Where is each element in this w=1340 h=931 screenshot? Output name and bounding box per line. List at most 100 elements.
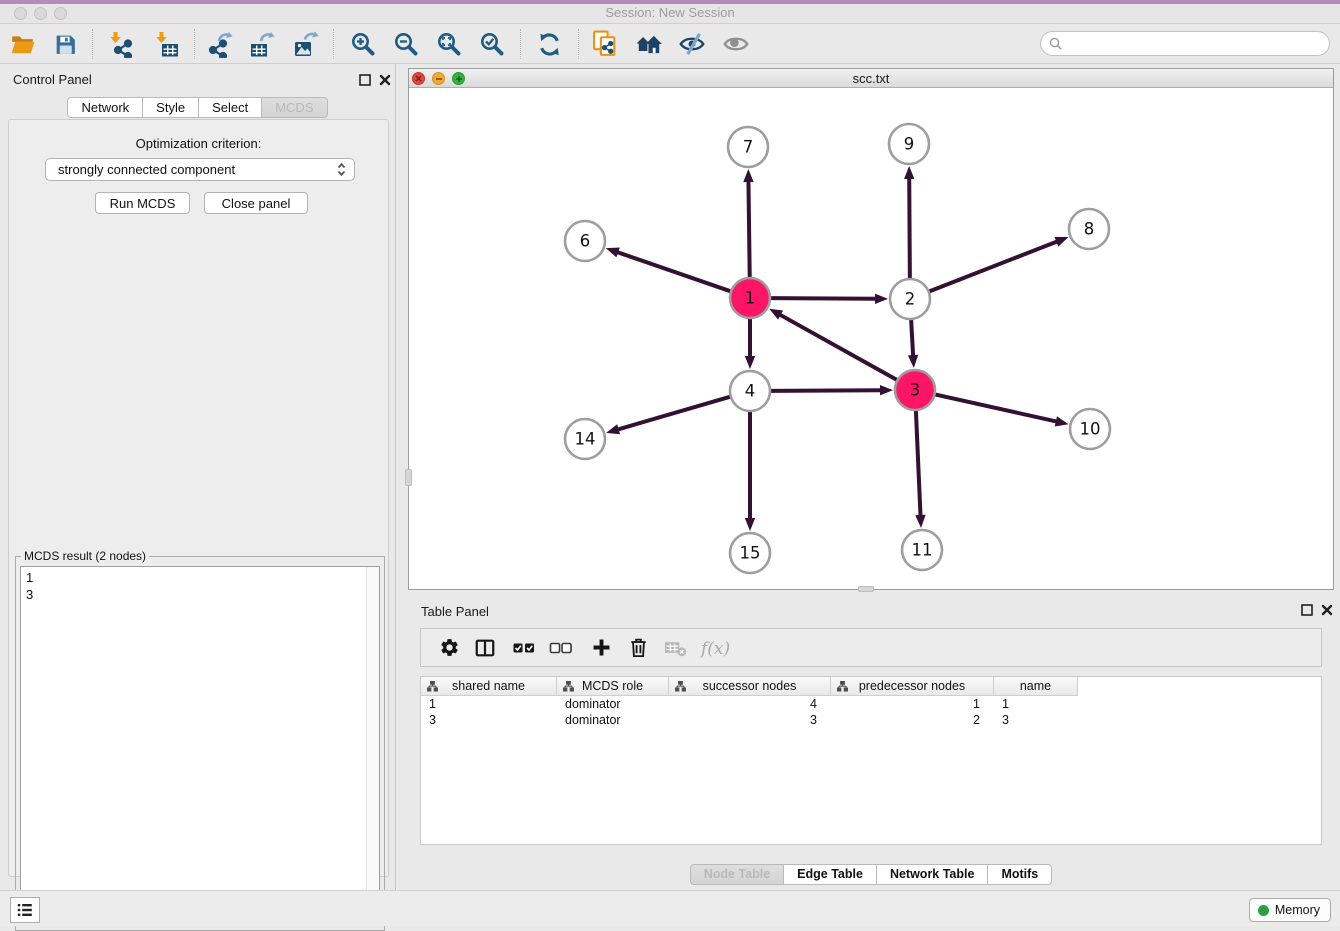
table-cell[interactable]: 1 xyxy=(994,696,1078,712)
first-neighbors-icon[interactable] xyxy=(630,27,668,61)
export-network-icon[interactable] xyxy=(201,27,239,61)
zoom-in-icon[interactable] xyxy=(344,27,382,61)
tab-network[interactable]: Network xyxy=(67,97,143,118)
node-11[interactable]: 11 xyxy=(902,530,942,570)
edge-4-3[interactable] xyxy=(770,385,893,395)
import-network-icon[interactable] xyxy=(101,27,139,61)
edge-1-7[interactable] xyxy=(743,169,753,278)
toolbar-separator xyxy=(520,29,521,59)
node-10[interactable]: 10 xyxy=(1070,409,1110,449)
float-panel-icon[interactable] xyxy=(359,74,371,86)
edge-2-8[interactable] xyxy=(929,237,1068,292)
delete-table-icon[interactable] xyxy=(657,629,693,666)
node-table[interactable]: shared nameMCDS rolesuccessor nodesprede… xyxy=(420,676,1322,845)
deselect-all-icon[interactable] xyxy=(543,629,579,666)
edge-3-10[interactable] xyxy=(935,394,1069,426)
table-row[interactable]: 1dominator411 xyxy=(421,696,1078,712)
column-header-successor-nodes[interactable]: successor nodes xyxy=(669,677,831,696)
svg-text:7: 7 xyxy=(743,138,754,157)
control-panel-title: Control Panel xyxy=(13,72,92,87)
export-image-icon[interactable] xyxy=(287,27,325,61)
table-cell[interactable]: 3 xyxy=(994,712,1078,728)
close-table-panel-icon[interactable] xyxy=(1321,604,1333,616)
node-3[interactable]: 3 xyxy=(895,370,935,410)
zoom-out-icon[interactable] xyxy=(387,27,425,61)
edge-3-1[interactable] xyxy=(769,309,897,380)
save-icon[interactable] xyxy=(46,27,84,61)
gear-icon[interactable] xyxy=(431,629,467,666)
show-all-icon[interactable] xyxy=(717,27,755,61)
mcds-result-box[interactable]: 13 xyxy=(20,566,380,925)
edge-3-11[interactable] xyxy=(915,410,925,528)
node-4[interactable]: 4 xyxy=(730,371,770,411)
edge-1-6[interactable] xyxy=(606,248,731,292)
network-canvas[interactable]: 7 9 6 8 1 2 4 3 14 10 15 11 xyxy=(409,88,1333,589)
table-cell[interactable]: 4 xyxy=(669,696,831,712)
hide-selected-icon[interactable] xyxy=(673,27,711,61)
edge-1-4[interactable] xyxy=(745,319,755,370)
edge-2-9[interactable] xyxy=(904,166,914,279)
table-header-row: shared nameMCDS rolesuccessor nodesprede… xyxy=(421,677,1078,696)
table-tab-motifs[interactable]: Motifs xyxy=(988,864,1052,885)
close-panel-button[interactable]: Close panel xyxy=(204,192,308,214)
export-table-icon[interactable] xyxy=(243,27,281,61)
node-6[interactable]: 6 xyxy=(565,221,605,261)
table-cell[interactable]: 1 xyxy=(831,696,994,712)
node-7[interactable]: 7 xyxy=(728,127,768,167)
table-cell[interactable]: dominator xyxy=(557,712,669,728)
table-cell[interactable]: 3 xyxy=(669,712,831,728)
copy-network-icon[interactable] xyxy=(586,27,624,61)
task-list-icon[interactable] xyxy=(10,897,40,923)
search-input[interactable] xyxy=(1040,31,1330,56)
edge-2-3[interactable] xyxy=(908,319,918,368)
column-header-predecessor-nodes[interactable]: predecessor nodes xyxy=(831,677,994,696)
function-builder-icon[interactable]: f(x) xyxy=(694,629,738,666)
zoom-selected-icon[interactable] xyxy=(473,27,511,61)
import-table-icon[interactable] xyxy=(147,27,185,61)
split-columns-icon[interactable] xyxy=(467,629,503,666)
zoom-fit-icon[interactable] xyxy=(430,27,468,61)
tab-style[interactable]: Style xyxy=(143,97,199,118)
column-header-shared-name[interactable]: shared name xyxy=(421,677,557,696)
search-text-input[interactable] xyxy=(1067,37,1329,51)
node-8[interactable]: 8 xyxy=(1069,209,1109,249)
node-9[interactable]: 9 xyxy=(889,124,929,164)
add-column-icon[interactable] xyxy=(583,629,619,666)
refresh-icon[interactable] xyxy=(530,27,568,61)
table-cell[interactable]: 1 xyxy=(421,696,557,712)
split-handle-left[interactable] xyxy=(405,469,412,486)
edge-4-15[interactable] xyxy=(745,412,755,532)
optimization-select[interactable]: strongly connected component xyxy=(45,158,355,181)
memory-button[interactable]: Memory xyxy=(1249,898,1331,922)
tab-select[interactable]: Select xyxy=(199,97,262,118)
tab-mcds[interactable]: MCDS xyxy=(262,97,327,118)
result-scrollbar[interactable] xyxy=(366,567,379,924)
split-handle-bottom[interactable] xyxy=(858,586,874,592)
table-panel: Table Panel f(x) shared name xyxy=(408,596,1334,890)
node-2[interactable]: 2 xyxy=(890,279,930,319)
run-mcds-button[interactable]: Run MCDS xyxy=(95,192,190,214)
float-table-panel-icon[interactable] xyxy=(1301,604,1313,616)
edge-4-14[interactable] xyxy=(606,397,730,434)
memory-status-icon xyxy=(1258,905,1269,916)
table-cell[interactable]: 2 xyxy=(831,712,994,728)
column-header-MCDS-role[interactable]: MCDS role xyxy=(557,677,669,696)
table-row[interactable]: 3dominator323 xyxy=(421,712,1078,728)
table-cell[interactable]: 3 xyxy=(421,712,557,728)
network-graph[interactable]: 7 9 6 8 1 2 4 3 14 10 15 11 xyxy=(409,88,1333,589)
delete-icon[interactable] xyxy=(620,629,656,666)
column-header-name[interactable]: name xyxy=(994,677,1078,696)
table-tab-network-table[interactable]: Network Table xyxy=(877,864,989,885)
table-tab-edge-table[interactable]: Edge Table xyxy=(784,864,877,885)
mcds-result-title: MCDS result (2 nodes) xyxy=(21,549,149,563)
node-15[interactable]: 15 xyxy=(730,533,770,573)
node-14[interactable]: 14 xyxy=(565,419,605,459)
open-folder-icon[interactable] xyxy=(4,27,42,61)
close-panel-icon[interactable] xyxy=(379,74,391,86)
edge-1-2[interactable] xyxy=(770,294,888,304)
node-1[interactable]: 1 xyxy=(730,278,770,318)
select-all-icon[interactable] xyxy=(506,629,542,666)
table-cell[interactable]: dominator xyxy=(557,696,669,712)
table-tab-node-table[interactable]: Node Table xyxy=(690,864,784,885)
network-window-titlebar[interactable]: scc.txt xyxy=(409,69,1333,88)
